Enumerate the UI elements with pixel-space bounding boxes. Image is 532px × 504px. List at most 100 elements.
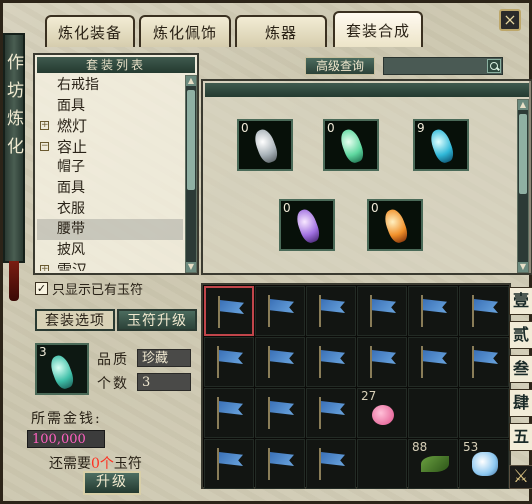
inventory-slot[interactable]: 88 — [408, 439, 458, 489]
scroll-up-icon[interactable]: ▲ — [186, 76, 196, 86]
set-list-item-label: 帽子 — [57, 159, 85, 176]
inventory-slot[interactable]: 27 — [357, 388, 407, 438]
inventory-slot[interactable] — [306, 286, 356, 336]
set-list-item[interactable]: 面具 — [37, 96, 183, 117]
set-list-item-label: 容止 — [57, 137, 88, 156]
scroll-up-icon[interactable]: ▲ — [518, 100, 528, 110]
set-list-scrollbar[interactable]: ▲ ▼ — [185, 75, 197, 273]
inventory-slot[interactable] — [204, 439, 254, 489]
leaf-item-icon — [421, 456, 449, 472]
set-list-item-label: 面具 — [57, 179, 85, 196]
inventory-slot[interactable] — [306, 337, 356, 387]
set-preview-panel: ▲ ▼ 0 0 9 0 0 — [201, 79, 532, 275]
expand-toggle-icon[interactable]: + — [40, 121, 49, 131]
preview-scrollbar[interactable]: ▲ ▼ — [517, 99, 529, 273]
inventory-slot[interactable] — [255, 439, 305, 489]
inventory-slot[interactable] — [204, 286, 254, 336]
set-list-item[interactable]: 衣服 — [37, 199, 183, 220]
set-list-item-label: 衣服 — [57, 200, 85, 217]
set-piece-slot[interactable]: 0 — [367, 199, 423, 251]
advanced-search-button[interactable]: 高级查询 — [305, 57, 375, 75]
inventory-slot[interactable] — [408, 388, 458, 438]
set-list-item[interactable]: 披风 — [37, 240, 183, 261]
scroll-thumb[interactable] — [187, 90, 195, 190]
set-piece-slot[interactable]: 0 — [323, 119, 379, 171]
inventory-slot[interactable] — [357, 337, 407, 387]
inventory-slot[interactable] — [204, 388, 254, 438]
set-list-item[interactable]: 右戒指 — [37, 75, 183, 96]
set-list: 右戒指 面具 + 燃灯 − 容止 帽子 面具 衣服 腰带 披风 + 雲汉 — [37, 75, 183, 271]
scroll-caption: 作坊炼化 — [7, 53, 24, 157]
inventory-slot[interactable] — [255, 337, 305, 387]
inventory-page-tab[interactable]: 五 — [509, 423, 532, 451]
tab-set-synthesis[interactable]: 套装合成 — [333, 11, 423, 47]
banner-flag-icon — [470, 295, 500, 327]
owned-only-label: 只显示已有玉符 — [52, 282, 144, 298]
set-piece-count: 0 — [371, 201, 379, 215]
inventory-slot[interactable] — [255, 388, 305, 438]
set-list-item[interactable]: 帽子 — [37, 157, 183, 178]
set-piece-count: 0 — [241, 121, 249, 135]
tab-refine-equipment[interactable]: 炼化装备 — [45, 15, 135, 47]
search-icon[interactable] — [487, 59, 501, 73]
inventory-slot[interactable] — [459, 388, 509, 438]
tab-refine-artifact[interactable]: 炼器 — [235, 15, 327, 47]
selected-jade-slot[interactable]: 3 — [35, 343, 89, 395]
synthesis-window: 作坊炼化 炼化装备 炼化佩饰 炼器 套装合成 × 套装列表 右戒指 面具 + 燃灯 − 容… — [0, 0, 532, 504]
set-list-item[interactable]: − 容止 — [37, 137, 183, 158]
inventory-page-tab[interactable]: 肆 — [509, 389, 532, 417]
inventory-close-icon[interactable]: ⚔ — [509, 465, 532, 489]
set-piece-slot[interactable]: 0 — [279, 199, 335, 251]
jade-talisman-icon — [251, 126, 281, 166]
inventory-slot[interactable] — [459, 286, 509, 336]
set-list-item-label: 腰带 — [57, 221, 85, 238]
set-piece-slot[interactable]: 0 — [237, 119, 293, 171]
inventory-slot[interactable]: 53 — [459, 439, 509, 489]
item-stack-count: 53 — [463, 440, 479, 454]
upgrade-button[interactable]: 升级 — [83, 471, 141, 495]
set-list-item[interactable]: 面具 — [37, 178, 183, 199]
set-list-item[interactable]: 腰带 — [37, 219, 183, 240]
jade-talisman-icon — [381, 206, 411, 246]
set-list-item[interactable]: + 雲汉 — [37, 260, 183, 271]
tab-refine-accessory[interactable]: 炼化佩饰 — [139, 15, 231, 47]
jade-talisman-icon — [293, 206, 323, 246]
scroll-down-icon[interactable]: ▼ — [518, 262, 528, 272]
checkbox-icon[interactable]: ✓ — [35, 281, 48, 295]
inventory-slot[interactable] — [255, 286, 305, 336]
owned-only-toggle[interactable]: ✓ 只显示已有玉符 — [35, 279, 144, 298]
inventory-slot[interactable] — [357, 439, 407, 489]
tab-jade-upgrade[interactable]: 玉符升级 — [117, 309, 197, 331]
banner-flag-icon — [266, 448, 296, 480]
set-piece-slot[interactable]: 9 — [413, 119, 469, 171]
close-button[interactable]: × — [499, 9, 521, 31]
inventory-slot[interactable] — [306, 388, 356, 438]
inventory-slot[interactable] — [357, 286, 407, 336]
item-stack-count: 88 — [412, 440, 428, 454]
banner-flag-icon — [368, 295, 398, 327]
inventory-page-tab[interactable]: 叁 — [509, 355, 532, 383]
jade-talisman-icon — [337, 126, 367, 166]
jade-talisman-icon — [427, 126, 457, 166]
expand-toggle-icon[interactable]: − — [40, 141, 49, 151]
banner-flag-icon — [215, 346, 245, 378]
inventory-page-tab[interactable]: 壹 — [509, 287, 532, 315]
inventory-slot[interactable] — [408, 286, 458, 336]
scroll-down-icon[interactable]: ▼ — [186, 262, 196, 272]
banner-flag-icon — [216, 296, 246, 328]
expand-toggle-icon[interactable]: + — [40, 265, 49, 271]
scroll-thumb[interactable] — [519, 114, 527, 194]
inventory-slot[interactable] — [306, 439, 356, 489]
search-input[interactable] — [383, 57, 503, 75]
inventory-slot[interactable] — [408, 337, 458, 387]
money-label: 所需金钱: — [31, 411, 102, 427]
inventory-page-tab[interactable]: 贰 — [509, 321, 532, 349]
tab-set-options[interactable]: 套装选项 — [35, 309, 115, 331]
set-list-item[interactable]: + 燃灯 — [37, 116, 183, 137]
money-value: 100,000 — [27, 430, 105, 448]
inventory-slot[interactable] — [204, 337, 254, 387]
banner-flag-icon — [215, 448, 245, 480]
banner-flag-icon — [317, 397, 347, 429]
set-list-title: 套装列表 — [37, 57, 195, 73]
inventory-slot[interactable] — [459, 337, 509, 387]
